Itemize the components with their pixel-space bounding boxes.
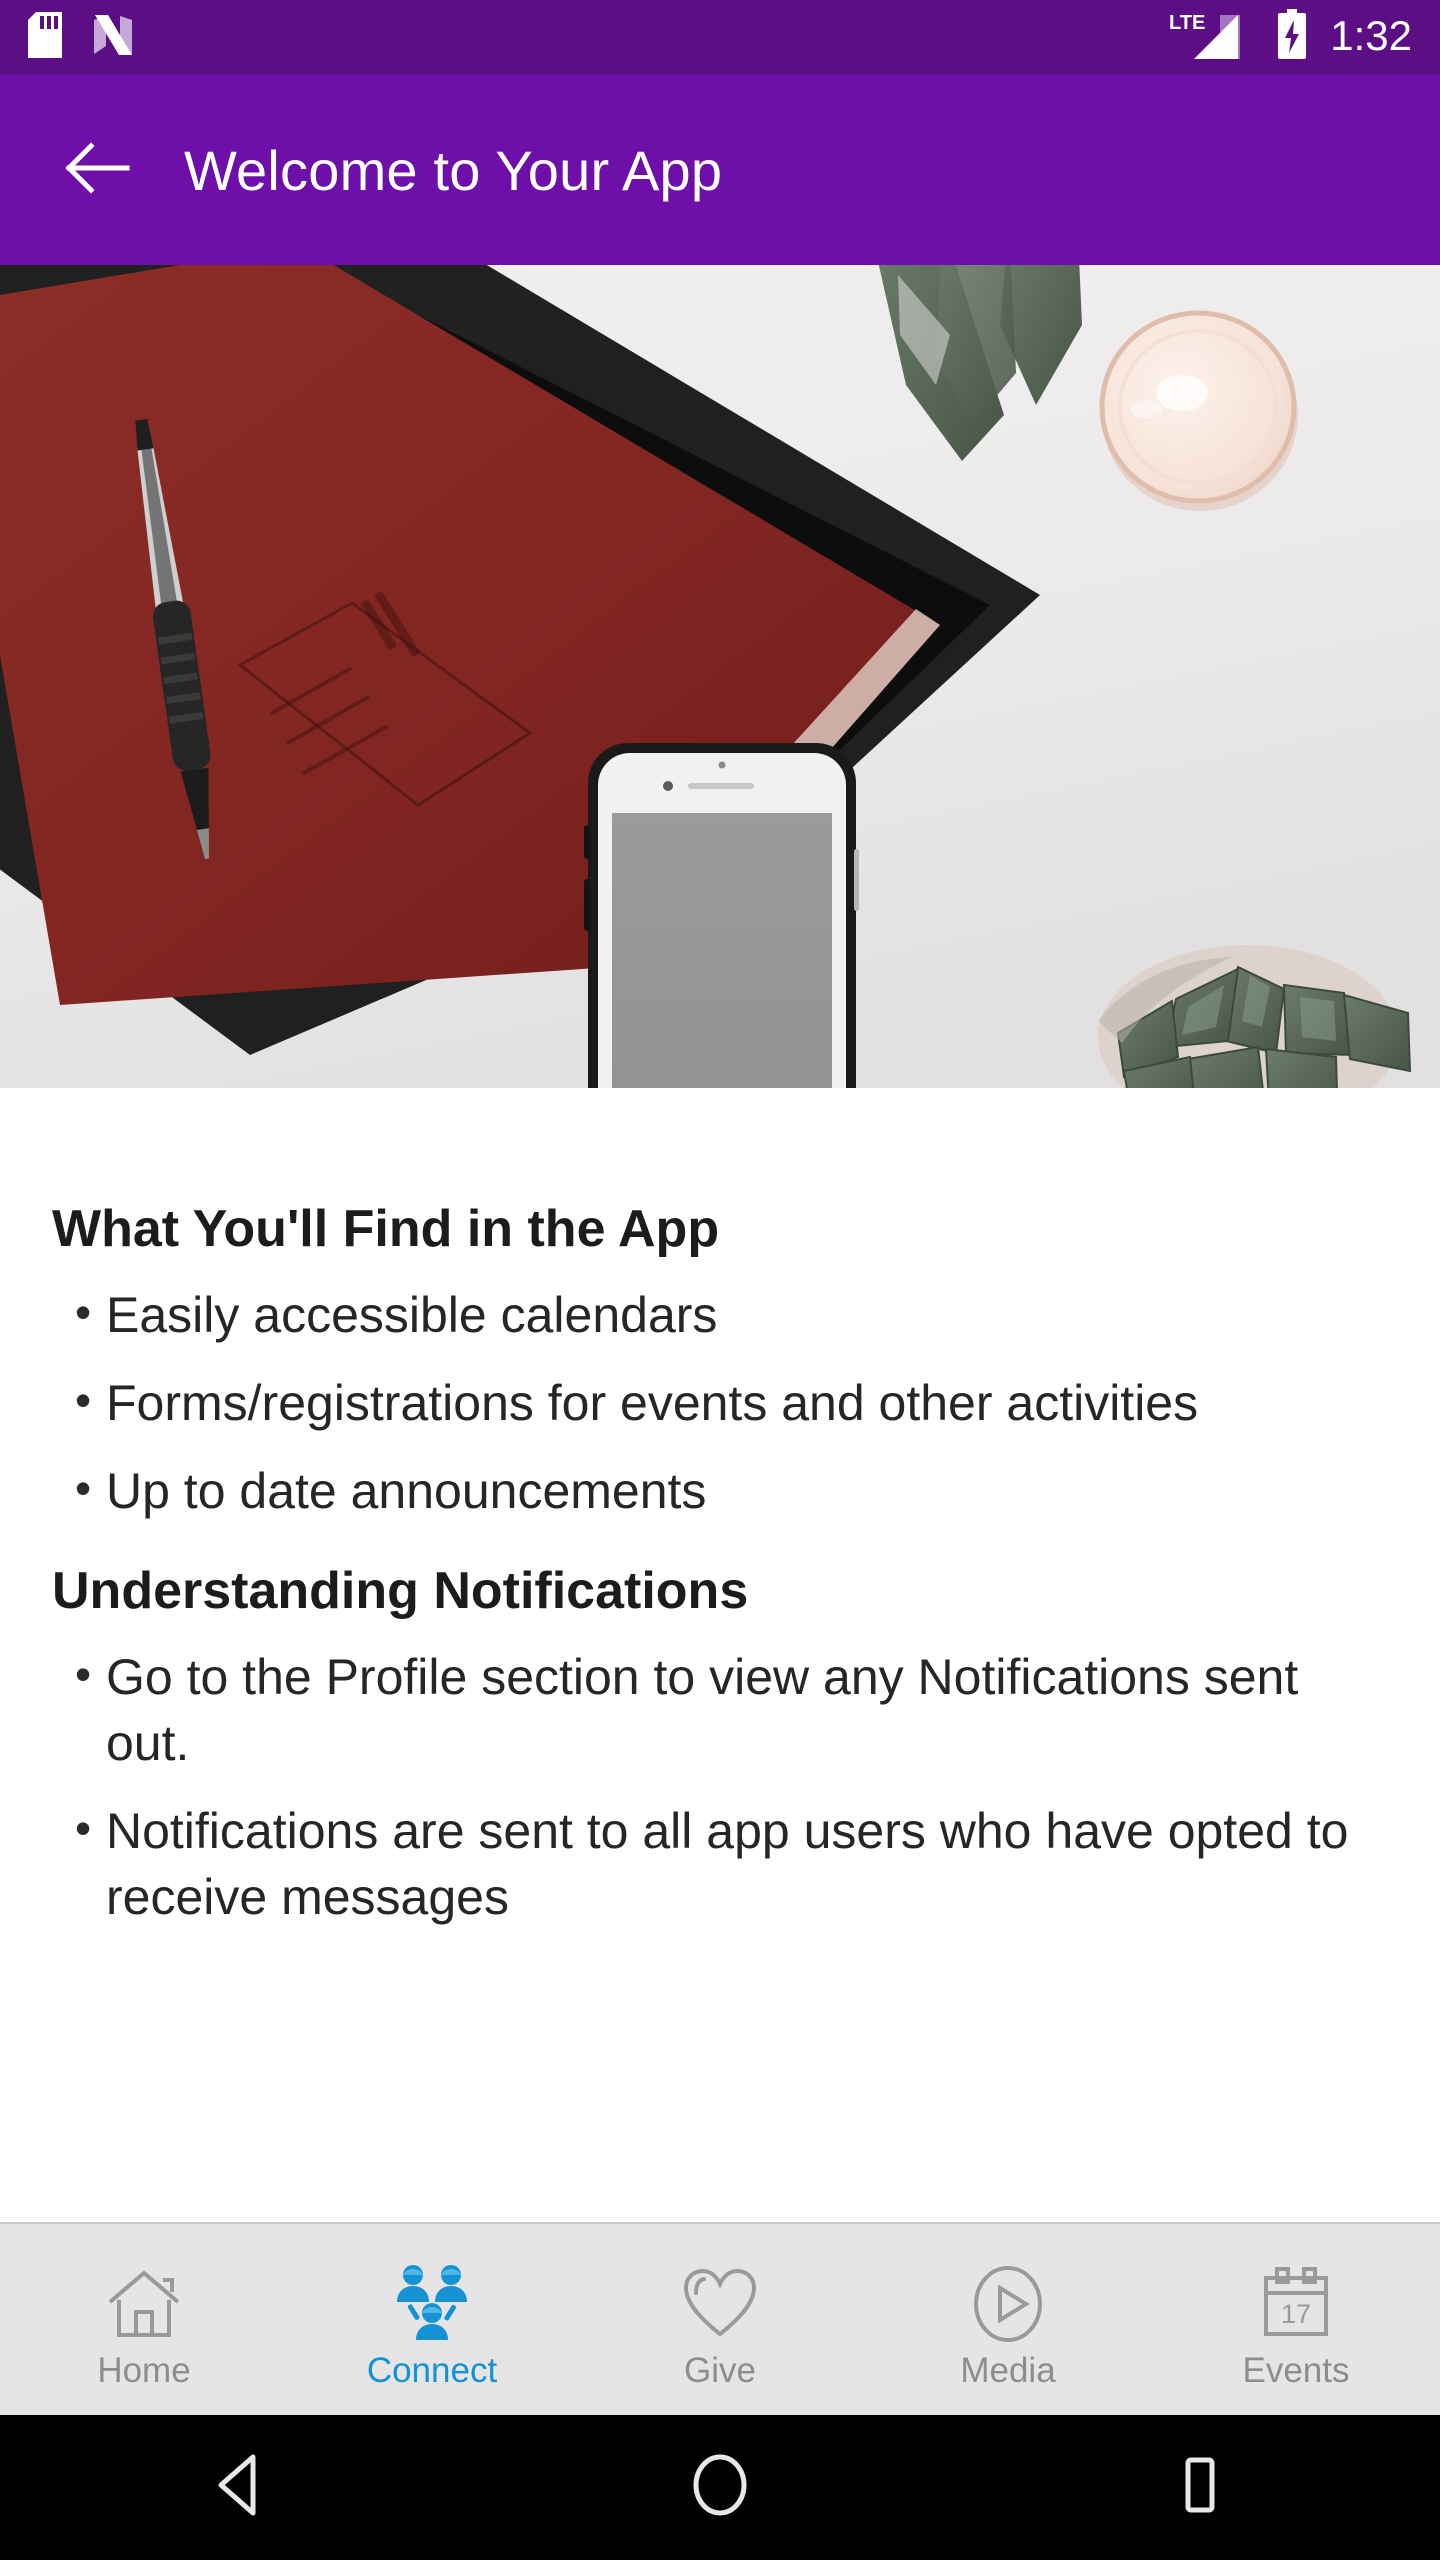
status-bar-left-icons: [28, 12, 138, 63]
hero-image: [0, 265, 1440, 1088]
tab-connect[interactable]: Connect: [288, 2224, 576, 2415]
android-navigation-bar: [0, 2415, 1440, 2560]
list-item-text: Notifications are sent to all app users …: [106, 1802, 1349, 1925]
hero-illustration: [0, 265, 1440, 1088]
circle-icon: [688, 2453, 752, 2522]
list-item-text: Up to date announcements: [106, 1462, 707, 1519]
tab-events[interactable]: 17 Events: [1152, 2224, 1440, 2415]
home-icon: [105, 2261, 183, 2347]
section-heading-notifications: Understanding Notifications: [52, 1561, 749, 1620]
tab-give[interactable]: Give: [576, 2224, 864, 2415]
page-title: Welcome to Your App: [184, 138, 723, 202]
list-item: • Up to date announcements: [52, 1458, 1388, 1524]
status-bar-clock: 1:32: [1330, 12, 1412, 59]
tab-label: Home: [97, 2351, 191, 2390]
heart-icon: [680, 2261, 760, 2347]
status-bar-right-icons: LTE 1:32: [1168, 9, 1412, 66]
triangle-left-icon: [211, 2453, 269, 2522]
arrow-left-icon: [65, 141, 131, 199]
battery-charging-icon: [1276, 9, 1308, 66]
list-item-text: Go to the Profile section to view any No…: [106, 1648, 1299, 1771]
calendar-icon: 17: [1257, 2261, 1335, 2347]
status-bar: LTE 1:32: [0, 0, 1440, 75]
calendar-day-number: 17: [1281, 2299, 1311, 2329]
bullet-glyph: •: [74, 1285, 92, 1338]
tab-media[interactable]: Media: [864, 2224, 1152, 2415]
back-button[interactable]: [48, 120, 148, 220]
list-item: • Go to the Profile section to view any …: [52, 1644, 1388, 1776]
tab-label: Give: [684, 2351, 756, 2390]
nav-home-button[interactable]: [480, 2415, 960, 2560]
people-group-icon: [389, 2261, 475, 2347]
list-item: • Forms/registrations for events and oth…: [52, 1370, 1388, 1436]
tab-label: Connect: [366, 2351, 498, 2390]
tab-label: Events: [1242, 2351, 1350, 2390]
svg-text:LTE: LTE: [1169, 12, 1205, 34]
list-item-text: Easily accessible calendars: [106, 1286, 718, 1343]
bullet-glyph: •: [74, 1647, 92, 1700]
article-content[interactable]: What You'll Find in the App • Easily acc…: [0, 1088, 1440, 2222]
sd-card-icon: [28, 12, 62, 63]
phone-screen: LTE 1:32 Welcome to Your App What You'll…: [0, 0, 1440, 2560]
tab-label: Media: [960, 2351, 1056, 2390]
tab-home[interactable]: Home: [0, 2224, 288, 2415]
list-item: • Easily accessible calendars: [52, 1282, 1388, 1348]
play-circle-icon: [968, 2261, 1048, 2347]
feature-bullet-list: • Easily accessible calendars • Forms/re…: [52, 1282, 1388, 1524]
app-bar: Welcome to Your App: [0, 75, 1440, 265]
android-nougat-icon: [88, 12, 138, 63]
section-heading-features: What You'll Find in the App: [52, 1200, 720, 1258]
bullet-glyph: •: [74, 1461, 92, 1514]
list-item-text: Forms/registrations for events and other…: [106, 1374, 1199, 1431]
bullet-glyph: •: [74, 1373, 92, 1426]
bottom-tab-bar: Home Connect Give Media 17 Events: [0, 2222, 1440, 2415]
lte-signal-icon: LTE: [1168, 9, 1254, 66]
bullet-glyph: •: [74, 1801, 92, 1854]
square-icon: [1171, 2454, 1229, 2521]
list-item: • Notifications are sent to all app user…: [52, 1798, 1388, 1930]
nav-recents-button[interactable]: [960, 2415, 1440, 2560]
nav-back-button[interactable]: [0, 2415, 480, 2560]
notification-bullet-list: • Go to the Profile section to view any …: [52, 1644, 1388, 1930]
